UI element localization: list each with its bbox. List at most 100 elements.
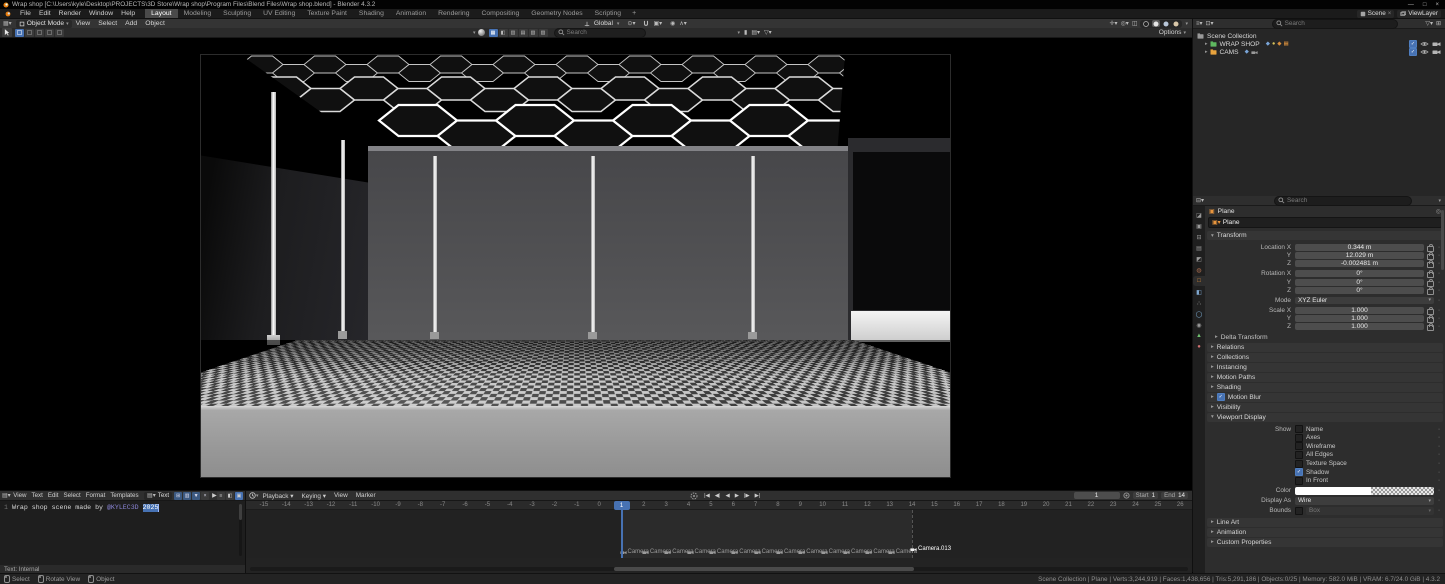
select-mode-set-icon[interactable] bbox=[15, 29, 24, 37]
shading-wireframe-icon[interactable] bbox=[1142, 20, 1150, 27]
toggle-1[interactable]: ◧ bbox=[499, 29, 508, 37]
select-mode-extend-icon[interactable] bbox=[25, 29, 34, 37]
shading-solid-icon[interactable] bbox=[1152, 20, 1160, 27]
bounds-checkbox[interactable] bbox=[1295, 507, 1303, 515]
animate-dot-icon[interactable]: · bbox=[1436, 315, 1442, 322]
panel-header-visibility[interactable]: ▸Visibility bbox=[1207, 403, 1443, 412]
end-frame-field[interactable]: End14 bbox=[1161, 492, 1188, 500]
properties-search-input[interactable]: Search bbox=[1274, 196, 1412, 206]
animate-dot-icon[interactable]: · bbox=[1436, 460, 1442, 467]
outliner-search-input[interactable]: Search bbox=[1272, 19, 1398, 29]
outliner-filter-icon[interactable]: ▽▾ bbox=[1425, 20, 1433, 27]
scene-selector[interactable]: Scene× bbox=[1357, 10, 1395, 18]
syntax-highlight-icon[interactable]: ▣ bbox=[235, 492, 243, 500]
chevron-down-icon[interactable]: ▾ bbox=[617, 21, 620, 27]
transform-value[interactable]: -0.002481 m bbox=[1295, 260, 1424, 267]
properties-scrollbar[interactable] bbox=[1441, 210, 1444, 270]
mode-dropdown[interactable]: XYZ Euler▾ bbox=[1295, 297, 1434, 305]
timeline-menu-keying[interactable]: Keying ▾ bbox=[297, 492, 330, 500]
chevron-down-icon[interactable]: ▾ bbox=[1438, 198, 1445, 204]
animate-dot-icon[interactable]: · bbox=[1436, 477, 1442, 484]
menu-edit[interactable]: Edit bbox=[35, 10, 55, 17]
show-overlays-icon[interactable]: ◎▾ bbox=[1121, 20, 1129, 27]
toggle-4[interactable]: ▧ bbox=[529, 29, 538, 37]
workspace-tab-uv-editing[interactable]: UV Editing bbox=[257, 9, 301, 18]
object-name-field[interactable]: ▣▾Plane bbox=[1208, 217, 1442, 228]
transform-value[interactable]: 1.000 bbox=[1295, 315, 1424, 322]
start-frame-field[interactable]: Start1 bbox=[1133, 492, 1159, 500]
snap-target-icon[interactable]: ▣▾ bbox=[653, 20, 662, 27]
lock-icon[interactable] bbox=[1427, 309, 1434, 315]
playback-jump-to-end-icon[interactable]: ▶| bbox=[753, 493, 762, 499]
workspace-tab-sculpting[interactable]: Sculpting bbox=[217, 9, 257, 18]
properties-tab-render[interactable]: ▣ bbox=[1193, 221, 1205, 231]
timeline-ruler[interactable]: -15-14-13-12-11-10-9-8-7-6-5-4-3-2-10234… bbox=[246, 501, 1192, 510]
lock-icon[interactable] bbox=[1427, 317, 1434, 323]
playback-prev-keyframe-icon[interactable]: ◀| bbox=[713, 493, 722, 499]
vd-checkbox[interactable] bbox=[1295, 451, 1303, 459]
animate-dot-icon[interactable]: · bbox=[1436, 279, 1442, 286]
line-numbers-icon[interactable]: ≡ bbox=[217, 492, 225, 500]
text-line-1[interactable]: 1Wrap shop scene made by @KYLEC3D 2025 bbox=[0, 504, 240, 513]
lock-icon[interactable] bbox=[1427, 262, 1434, 268]
outliner-row-wrap-shop[interactable]: ▸WRAP SHOP◆●◆▦✓ bbox=[1193, 40, 1445, 48]
panel-header-shading[interactable]: ▸Shading bbox=[1207, 383, 1443, 392]
hide-viewport-eye-icon[interactable] bbox=[1420, 41, 1429, 47]
current-frame-indicator[interactable]: 1 bbox=[614, 501, 630, 510]
unlink-text-icon[interactable]: × bbox=[201, 492, 209, 500]
timeline-menu-marker[interactable]: Marker bbox=[352, 492, 380, 499]
shading-rendered-icon[interactable] bbox=[1172, 20, 1180, 27]
options-dropdown[interactable]: Options▾ bbox=[1159, 29, 1192, 36]
viewport-canvas[interactable] bbox=[0, 38, 1192, 490]
animate-dot-icon[interactable]: · bbox=[1436, 270, 1442, 277]
menu-file[interactable]: File bbox=[16, 10, 35, 17]
animate-dot-icon[interactable]: · bbox=[1436, 487, 1442, 494]
outliner-filter-mode-icon[interactable]: ⊡▾ bbox=[1206, 20, 1214, 27]
falloff-icon[interactable]: ∧▾ bbox=[679, 20, 686, 27]
current-frame-field[interactable]: 1 bbox=[1074, 492, 1120, 499]
properties-tab-world[interactable]: ◍ bbox=[1193, 265, 1205, 275]
properties-tab-tool[interactable]: ◪ bbox=[1193, 210, 1205, 220]
workspace-tab-rendering[interactable]: Rendering bbox=[432, 9, 475, 18]
properties-tab-material[interactable]: ● bbox=[1193, 342, 1205, 352]
delta-transform-subpanel[interactable]: ▸Delta Transform bbox=[1205, 333, 1445, 342]
save-text-icon[interactable]: ▼ bbox=[192, 492, 200, 500]
timeline-body[interactable]: CameraCameraCameraCameraCameraCameraCame… bbox=[246, 510, 1192, 558]
panel-header-line-art[interactable]: ▸Line Art bbox=[1207, 518, 1443, 527]
animate-dot-icon[interactable]: · bbox=[1436, 297, 1442, 304]
lock-icon[interactable] bbox=[1427, 254, 1434, 260]
add-workspace-button[interactable]: + bbox=[627, 10, 641, 17]
active-tool-select-box-icon[interactable] bbox=[2, 28, 12, 37]
open-text-icon[interactable]: ▥ bbox=[183, 492, 191, 500]
chevron-down-icon[interactable]: ▾ bbox=[738, 30, 741, 36]
chevron-down-icon[interactable]: ▾ bbox=[473, 30, 476, 36]
transform-value[interactable]: 0° bbox=[1295, 279, 1424, 286]
transform-value[interactable]: 12.029 m bbox=[1295, 252, 1424, 259]
breadcrumb-object-name[interactable]: Plane bbox=[1218, 208, 1235, 215]
snap-magnet-icon[interactable] bbox=[643, 20, 649, 27]
lock-icon[interactable] bbox=[1427, 289, 1434, 295]
select-mode-subtract-icon[interactable] bbox=[35, 29, 44, 37]
editor-type-icon[interactable]: ▦▾ bbox=[3, 20, 12, 27]
orientation-label[interactable]: Global bbox=[594, 20, 613, 27]
minimize-button[interactable]: — bbox=[1408, 2, 1414, 8]
text-menu-text[interactable]: Text bbox=[29, 492, 45, 499]
workspace-tab-scripting[interactable]: Scripting bbox=[589, 9, 627, 18]
properties-tab-data[interactable]: ▲ bbox=[1193, 331, 1205, 341]
pivot-point-icon[interactable]: ⊙▾ bbox=[627, 20, 635, 27]
timeline-marker[interactable]: Camera.013 bbox=[910, 546, 951, 552]
panel-header-instancing[interactable]: ▸Instancing bbox=[1207, 363, 1443, 372]
transform-value[interactable]: 1.000 bbox=[1295, 307, 1424, 314]
select-mode-intersect-icon[interactable] bbox=[55, 29, 64, 37]
select-mode-invert-icon[interactable] bbox=[45, 29, 54, 37]
workspace-tab-modeling[interactable]: Modeling bbox=[178, 9, 218, 18]
panel-header-custom-properties[interactable]: ▸Custom Properties bbox=[1207, 538, 1443, 547]
text-datablock-selector[interactable]: ▤▾Text bbox=[144, 492, 172, 500]
menu-render[interactable]: Render bbox=[55, 10, 85, 17]
lock-icon[interactable] bbox=[1427, 272, 1434, 278]
text-menu-templates[interactable]: Templates bbox=[108, 492, 141, 499]
playback-jump-to-start-icon[interactable]: |◀ bbox=[703, 493, 712, 499]
vd-checkbox[interactable] bbox=[1295, 442, 1303, 450]
viewport-menu-view[interactable]: View bbox=[72, 20, 95, 27]
properties-tab-scene[interactable]: ◩ bbox=[1193, 254, 1205, 264]
